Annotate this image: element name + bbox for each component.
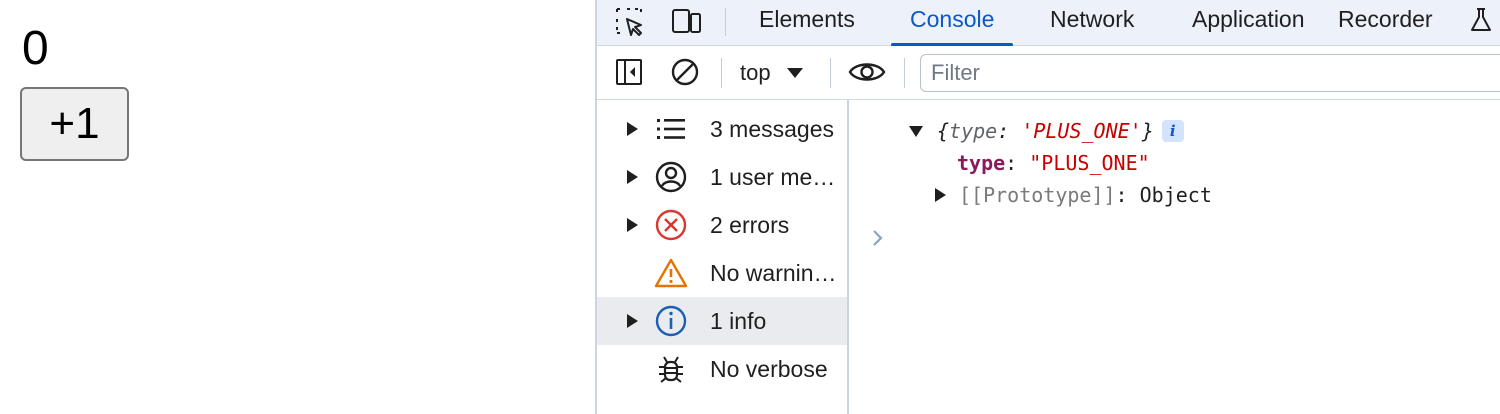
- tab-bar-divider: [725, 8, 726, 36]
- toolbar-divider: [904, 58, 905, 88]
- sidebar-item-warnings[interactable]: No warnin…: [597, 249, 847, 297]
- expand-arrow-icon[interactable]: [935, 188, 946, 202]
- property-value: "PLUS_ONE": [1029, 151, 1150, 175]
- devtools-tab-bar: Elements Console Network Application Rec…: [597, 0, 1500, 46]
- sidebar-item-info[interactable]: 1 info: [597, 297, 847, 345]
- console-sidebar: 3 messages 1 user me… 2 errors No warnin…: [597, 100, 849, 414]
- object-property-row: type: "PLUS_ONE": [957, 150, 1150, 176]
- sidebar-item-verbose[interactable]: No verbose: [597, 345, 847, 393]
- sidebar-item-messages[interactable]: 3 messages: [597, 105, 847, 153]
- tab-recorder[interactable]: Recorder: [1338, 0, 1491, 46]
- tab-recorder-label: Recorder: [1338, 6, 1433, 32]
- prototype-value: Object: [1139, 183, 1212, 207]
- toolbar-divider: [721, 58, 722, 88]
- sidebar-item-label: 1 user me…: [710, 163, 836, 190]
- sidebar-item-label: 1 info: [710, 307, 767, 334]
- sidebar-item-label: 2 errors: [710, 211, 790, 238]
- prototype-name: [[Prototype]]: [959, 183, 1116, 207]
- clear-console-icon[interactable]: [665, 54, 705, 90]
- expand-arrow-icon: [627, 170, 638, 184]
- tab-application[interactable]: Application: [1192, 0, 1305, 46]
- context-selector-label: top: [740, 60, 771, 85]
- filter-input[interactable]: [920, 54, 1500, 92]
- object-close-brace: }: [1141, 119, 1154, 143]
- object-open-brace: {: [937, 119, 950, 143]
- dropdown-arrow-icon: [786, 68, 803, 78]
- live-expression-eye-icon[interactable]: [847, 54, 887, 90]
- inspect-element-icon[interactable]: [610, 4, 648, 38]
- sidebar-toggle-icon[interactable]: [609, 54, 649, 90]
- sidebar-item-label: No warnin…: [710, 259, 837, 286]
- prototype-colon: :: [1115, 183, 1140, 207]
- info-badge-icon[interactable]: i: [1161, 120, 1184, 142]
- user-icon: [653, 159, 689, 195]
- sidebar-item-label: 3 messages: [710, 115, 835, 142]
- toolbar-divider: [830, 58, 831, 88]
- property-colon: :: [1005, 151, 1030, 175]
- object-key: type: [949, 119, 998, 143]
- plus-one-button[interactable]: +1: [20, 87, 129, 161]
- tab-network[interactable]: Network: [1050, 0, 1134, 46]
- counter-value: 0: [22, 22, 49, 75]
- log-object-summary[interactable]: {type: 'PLUS_ONE'} i: [909, 118, 1184, 144]
- object-value: 'PLUS_ONE': [1021, 119, 1142, 143]
- list-icon: [653, 111, 689, 147]
- console-toolbar: top: [597, 46, 1500, 100]
- devtools-panel: Elements Console Network Application Rec…: [595, 0, 1500, 414]
- sidebar-item-errors[interactable]: 2 errors: [597, 201, 847, 249]
- collapse-arrow-icon[interactable]: [909, 126, 923, 137]
- device-toolbar-icon[interactable]: [667, 4, 705, 38]
- object-colon: :: [997, 119, 1022, 143]
- warning-icon: [653, 255, 689, 291]
- flask-icon: [1471, 8, 1491, 31]
- tab-elements[interactable]: Elements: [759, 0, 855, 46]
- context-selector[interactable]: top: [740, 56, 803, 90]
- sidebar-item-user-messages[interactable]: 1 user me…: [597, 153, 847, 201]
- error-icon: [653, 207, 689, 243]
- bug-icon: [653, 351, 689, 387]
- expand-arrow-icon: [627, 314, 638, 328]
- expand-arrow-icon: [627, 122, 638, 136]
- page-viewport: 0 +1: [0, 0, 595, 414]
- property-name: type: [957, 151, 1006, 175]
- info-icon: [653, 303, 689, 339]
- console-prompt-chevron-icon[interactable]: [871, 228, 885, 253]
- prototype-row[interactable]: [[Prototype]]: Object: [935, 182, 1212, 208]
- expand-arrow-icon: [627, 218, 638, 232]
- sidebar-item-label: No verbose: [710, 355, 828, 382]
- tab-console[interactable]: Console: [891, 0, 1014, 46]
- console-output: {type: 'PLUS_ONE'} i type: "PLUS_ONE" [[P…: [849, 100, 1500, 414]
- tab-console-label: Console: [910, 6, 995, 32]
